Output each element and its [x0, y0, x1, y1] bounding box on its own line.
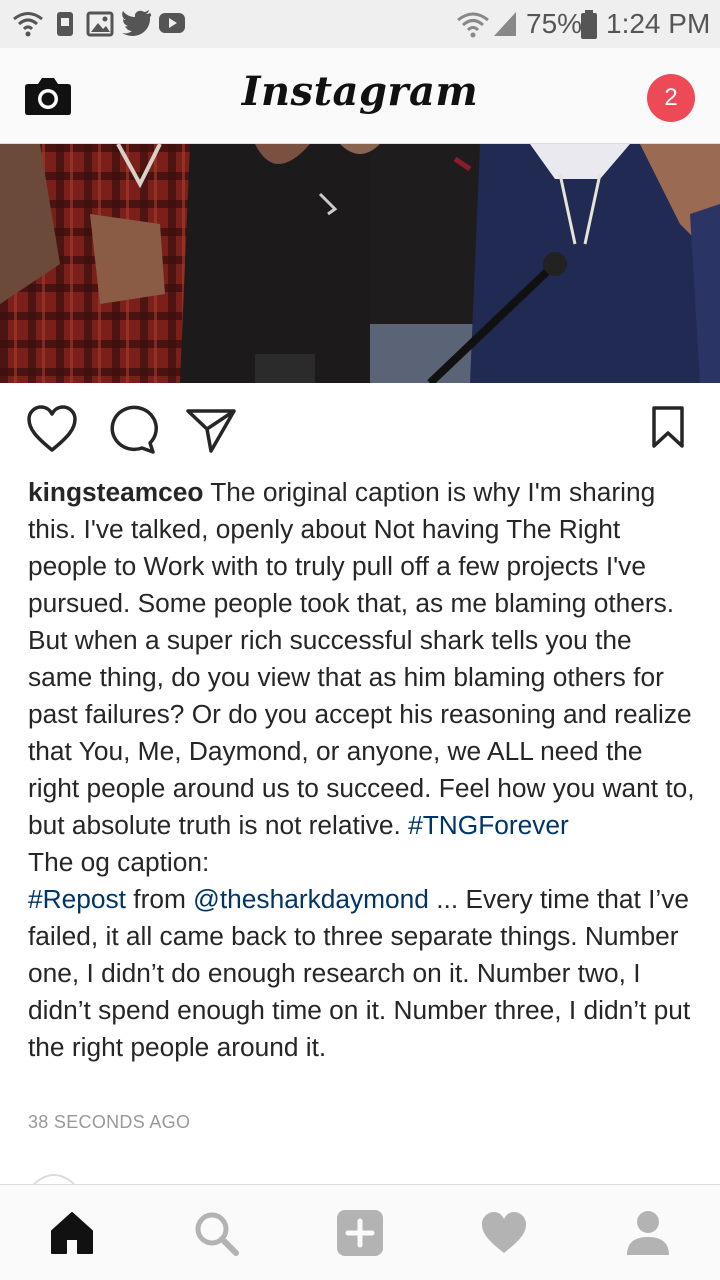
- caption-from: from: [125, 884, 194, 914]
- hashtag-repost[interactable]: #Repost: [28, 884, 126, 914]
- like-heart-icon[interactable]: [26, 405, 78, 453]
- status-bar: 75% 1:24 PM: [0, 0, 720, 48]
- caption-username[interactable]: kingsteamceo: [28, 477, 203, 507]
- caption-repost: #Repost from @thesharkdaymond ... Every …: [28, 881, 698, 1066]
- bookmark-save-icon[interactable]: [650, 405, 686, 449]
- photo-people-image: [0, 144, 720, 383]
- app-header: Instagram 2: [0, 48, 720, 144]
- activity-heart-icon[interactable]: [480, 1209, 528, 1257]
- battery-icon: [581, 10, 597, 39]
- gallery-icon: [86, 11, 114, 37]
- wifi-icon: [13, 12, 43, 37]
- search-icon[interactable]: [192, 1209, 240, 1257]
- direct-messages-badge[interactable]: 2: [647, 74, 695, 122]
- cell-signal-icon: [494, 12, 516, 36]
- youtube-icon: [159, 13, 185, 33]
- post-caption: kingsteamceo The original caption is why…: [28, 474, 698, 1066]
- bottom-navigation: [0, 1184, 720, 1280]
- wifi-signal-icon: [457, 12, 489, 38]
- mention-thesharkdaymond[interactable]: @thesharkdaymond: [193, 884, 429, 914]
- home-icon[interactable]: [48, 1209, 96, 1257]
- post-photo[interactable]: [0, 144, 720, 383]
- hashtag-tngforever[interactable]: #TNGForever: [408, 810, 569, 840]
- instagram-logo[interactable]: Instagram: [0, 68, 720, 115]
- caption-text: The original caption is why I'm sharing …: [28, 477, 695, 840]
- clock-time: 1:24 PM: [606, 8, 711, 39]
- next-post-avatar-edge: [33, 1174, 75, 1184]
- caption-main: kingsteamceo The original caption is why…: [28, 474, 698, 844]
- caption-og-label: The og caption:: [28, 847, 210, 877]
- post-timestamp: 38 SECONDS AGO: [28, 1112, 191, 1132]
- post-actions: [0, 383, 720, 473]
- profile-icon[interactable]: [624, 1209, 672, 1257]
- comment-bubble-icon[interactable]: [106, 405, 158, 455]
- battery-percent: 75%: [526, 8, 583, 39]
- twitter-icon: [122, 10, 152, 36]
- add-post-icon[interactable]: [336, 1209, 384, 1257]
- share-send-icon[interactable]: [184, 405, 238, 455]
- nfc-icon: [57, 12, 73, 36]
